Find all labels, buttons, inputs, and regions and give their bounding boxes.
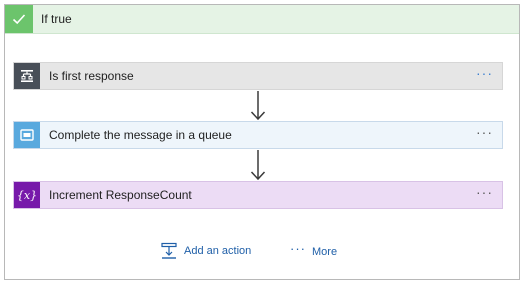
step-label: Complete the message in a queue: [49, 128, 232, 142]
step-complete-message[interactable]: Complete the message in a queue ···: [13, 121, 503, 149]
connector-arrow: [250, 91, 266, 121]
add-action-button[interactable]: Add an action: [160, 242, 251, 260]
step-menu-button[interactable]: ···: [476, 125, 493, 143]
step-menu-button[interactable]: ···: [476, 66, 493, 84]
branch-title: If true: [41, 12, 72, 26]
variable-icon-text: {x}: [16, 188, 38, 202]
variable-icon: {x}: [14, 182, 40, 208]
step-is-first-response[interactable]: Is first response ···: [13, 62, 503, 90]
step-increment-responsecount[interactable]: {x} Increment ResponseCount ···: [13, 181, 503, 209]
add-action-icon: [161, 242, 177, 259]
step-label: Is first response: [49, 69, 134, 83]
more-dots-icon: ···: [290, 241, 306, 256]
step-label: Increment ResponseCount: [49, 188, 192, 202]
branch-header[interactable]: If true: [5, 5, 519, 34]
checkmark-icon: [5, 5, 33, 33]
connector-arrow: [250, 150, 266, 181]
queue-icon: [14, 122, 40, 148]
step-menu-button[interactable]: ···: [476, 185, 493, 203]
more-label: More: [312, 245, 338, 258]
condition-icon: [14, 63, 40, 89]
more-button[interactable]: ··· More: [290, 241, 338, 259]
add-action-label: Add an action: [184, 245, 252, 257]
